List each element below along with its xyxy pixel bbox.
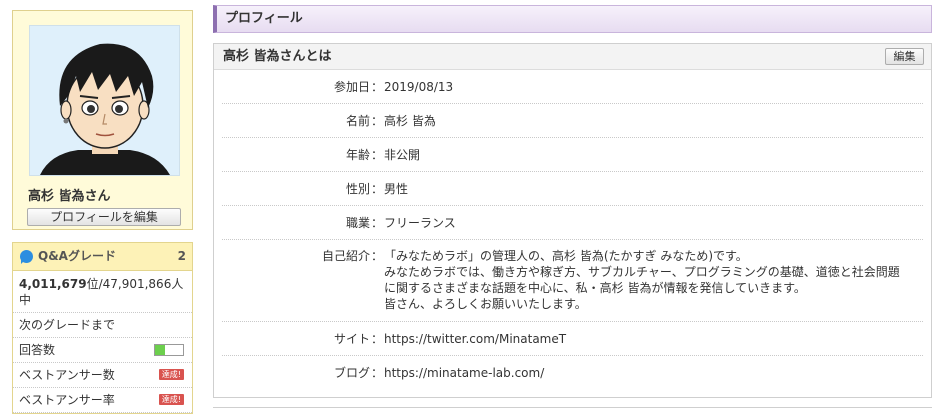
achieved-badge: 達成!: [158, 369, 184, 380]
profile-details: 参加日 ： 2019/08/13 名前 ： 高杉 皆為 年齢 ： 非公開 性別 …: [214, 70, 931, 389]
rank-value: 4,011,679: [19, 277, 87, 291]
row-label: 職業: [345, 216, 370, 230]
section-title: プロフィール: [213, 5, 932, 33]
row-colon: ：: [370, 249, 383, 263]
row-label: 名前: [345, 114, 370, 128]
left-sidebar: 高杉 皆為さん プロフィールを編集 Q&Aグレード 2 4,011,679位/4…: [12, 10, 193, 414]
profile-row-introduction: 自己紹介 ： 「みなためラボ」の管理人の、高杉 皆為(たかすぎ みなため)です。…: [222, 240, 923, 322]
avatar-illustration: [30, 26, 179, 175]
row-label: 性別: [345, 182, 370, 196]
row-value: 高杉 皆為: [384, 113, 436, 128]
best-answer-count-label: ベストアンサー数: [19, 368, 115, 382]
intro-line: に関するさまざまな話題を中心に、私・高杉 皆為が情報を発信していきます。: [384, 281, 806, 295]
grade-rank: 4,011,679位/47,901,866人中: [13, 271, 192, 313]
profile-row-site: サイト ： https://twitter.com/MinatameT: [222, 322, 923, 356]
qa-grade-title[interactable]: Q&Aグレード: [38, 243, 116, 270]
edit-button[interactable]: 編集: [885, 48, 924, 65]
row-value: フリーランス: [384, 215, 456, 230]
row-value: 非公開: [384, 147, 421, 162]
profile-row-joined: 参加日 ： 2019/08/13: [222, 70, 923, 104]
row-label: 自己紹介: [321, 249, 370, 263]
panel-header: 高杉 皆為さんとは 編集: [214, 44, 931, 70]
blog-link[interactable]: https://minatame-lab.com/: [384, 366, 544, 380]
row-colon: ：: [370, 114, 383, 128]
answer-count-row: 回答数: [13, 338, 192, 363]
profile-row-gender: 性別 ： 男性: [222, 172, 923, 206]
answer-count-label: 回答数: [19, 343, 56, 357]
row-value: 男性: [384, 181, 409, 196]
main-content: プロフィール 高杉 皆為さんとは 編集 参加日 ： 2019/08/13 名前 …: [213, 5, 932, 398]
qa-grade-header: Q&Aグレード 2: [13, 243, 192, 271]
username: 高杉 皆為さん: [28, 189, 111, 204]
row-colon: ：: [370, 182, 383, 196]
speech-bubble-icon: [20, 250, 33, 264]
panel-title: 高杉 皆為さんとは: [223, 49, 332, 64]
profile-card: 高杉 皆為さん プロフィールを編集: [12, 10, 193, 230]
achieved-badge: 達成!: [158, 394, 184, 405]
profile-row-name: 名前 ： 高杉 皆為: [222, 104, 923, 138]
row-colon: ：: [370, 332, 383, 346]
edit-profile-button[interactable]: プロフィールを編集: [27, 208, 181, 226]
answer-progress-meter: [154, 344, 184, 356]
profile-row-age: 年齢 ： 非公開: [222, 138, 923, 172]
best-answer-rate-row: ベストアンサー率 達成!: [13, 388, 192, 413]
row-label: 参加日: [333, 80, 370, 94]
row-label: 年齢: [345, 148, 370, 162]
intro-line: 「みなためラボ」の管理人の、高杉 皆為(たかすぎ みなため)です。: [384, 249, 748, 263]
profile-row-blog: ブログ ： https://minatame-lab.com/: [222, 356, 923, 389]
row-value: 2019/08/13: [384, 79, 454, 94]
row-label: サイト: [333, 332, 370, 346]
site-link[interactable]: https://twitter.com/MinatameT: [384, 332, 566, 346]
row-colon: ：: [370, 216, 383, 230]
row-colon: ：: [370, 148, 383, 162]
avatar[interactable]: [29, 25, 180, 176]
best-answer-count-row: ベストアンサー数 達成!: [13, 363, 192, 388]
row-label: ブログ: [333, 366, 370, 380]
qa-grade-level: 2: [177, 249, 186, 263]
profile-row-occupation: 職業 ： フリーランス: [222, 206, 923, 240]
intro-line: みなためラボでは、働き方や稼ぎ方、サブカルチャー、プログラミングの基礎、道徳と社…: [384, 265, 900, 279]
qa-grade-box: Q&Aグレード 2 4,011,679位/47,901,866人中 次のグレード…: [12, 242, 193, 414]
progress-fill: [155, 345, 165, 355]
next-grade-row: 次のグレードまで: [13, 313, 192, 338]
row-colon: ：: [370, 80, 383, 94]
row-colon: ：: [370, 366, 383, 380]
profile-panel: 高杉 皆為さんとは 編集 参加日 ： 2019/08/13 名前 ： 高杉 皆為…: [213, 43, 932, 398]
next-grade-label: 次のグレードまで: [19, 318, 116, 332]
intro-line: 皆さん、よろしくお願いいたします。: [384, 297, 587, 311]
best-answer-rate-label: ベストアンサー率: [19, 393, 115, 407]
introduction-text: 「みなためラボ」の管理人の、高杉 皆為(たかすぎ みなため)です。 みなためラボ…: [384, 248, 923, 312]
